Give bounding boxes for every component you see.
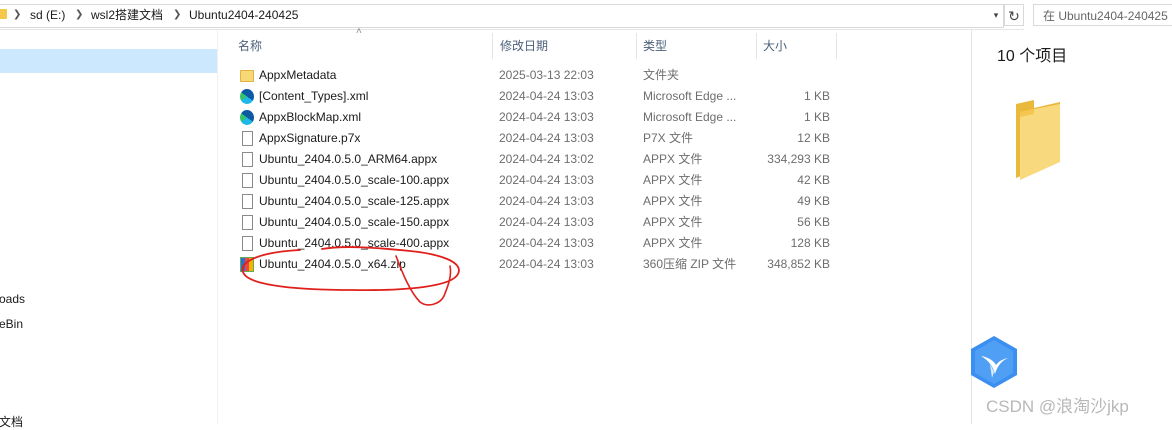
- file-row[interactable]: Ubuntu_2404.0.5.0_ARM64.appx 2024-04-24 1…: [218, 149, 838, 170]
- file-date: 2024-04-24 13:03: [499, 194, 594, 208]
- file-size: 348,852 KB: [767, 257, 830, 271]
- file-name: Ubuntu_2404.0.5.0_scale-125.appx: [259, 194, 450, 208]
- breadcrumb-drive[interactable]: sd (E:): [30, 4, 65, 26]
- column-header-date[interactable]: 修改日期: [480, 30, 624, 60]
- edge-icon: [240, 110, 254, 125]
- folder-preview-icon: [1016, 100, 1060, 180]
- file-row[interactable]: Ubuntu_2404.0.5.0_scale-150.appx 2024-04-…: [218, 212, 838, 233]
- file-type: APPX 文件: [643, 194, 703, 208]
- file-date: 2024-04-24 13:03: [499, 215, 594, 229]
- file-date: 2024-04-24 13:03: [499, 131, 594, 145]
- address-bar: ❯ sd (E:) ❯ wsl2搭建文档 ❯ Ubuntu2404-240425…: [0, 0, 1024, 30]
- file-type: 文件夹: [643, 68, 680, 82]
- chevron-right-icon[interactable]: ❯: [75, 4, 83, 26]
- file-row[interactable]: Ubuntu_2404.0.5.0_scale-400.appx 2024-04-…: [218, 233, 838, 254]
- file-size: 1 KB: [803, 89, 830, 103]
- nav-item-documents[interactable]: 文档: [0, 413, 23, 430]
- refresh-icon[interactable]: ↻: [1004, 4, 1024, 26]
- file-row[interactable]: AppxSignature.p7x 2024-04-24 13:03 P7X 文件 1…: [218, 128, 838, 149]
- file-type: 360压缩 ZIP 文件: [643, 257, 737, 271]
- file-name: AppxMetadata: [259, 68, 337, 82]
- nav-item-downloads[interactable]: oads: [0, 292, 25, 306]
- file-date: 2024-04-24 13:03: [499, 110, 594, 124]
- file-size: 128 KB: [790, 236, 830, 250]
- file-type: Microsoft Edge ...: [643, 89, 737, 103]
- column-divider[interactable]: [836, 33, 837, 59]
- file-row[interactable]: Ubuntu_2404.0.5.0_scale-125.appx 2024-04-…: [218, 191, 838, 212]
- file-type: APPX 文件: [643, 236, 703, 250]
- file-row[interactable]: [Content_Types].xml 2024-04-24 13:03 Micro…: [218, 86, 838, 107]
- file-date: 2024-04-24 13:03: [499, 89, 594, 103]
- edge-icon: [240, 89, 254, 104]
- column-headers: ˄ 名称 修改日期 类型 大小: [218, 26, 838, 60]
- file-row[interactable]: AppxBlockMap.xml 2024-04-24 13:03 Microsof…: [218, 107, 838, 128]
- file-date: 2024-04-24 13:03: [499, 173, 594, 187]
- file-name: Ubuntu_2404.0.5.0_scale-400.appx: [259, 236, 450, 250]
- file-type: APPX 文件: [643, 152, 703, 166]
- file-size: 56 KB: [797, 215, 830, 229]
- file-size: 49 KB: [797, 194, 830, 208]
- folder-icon: [240, 70, 254, 82]
- file-size: 42 KB: [797, 173, 830, 187]
- file-row[interactable]: Ubuntu_2404.0.5.0_scale-100.appx 2024-04-…: [218, 170, 838, 191]
- zip-icon: [240, 257, 254, 272]
- file-icon: [242, 236, 253, 251]
- column-header-size[interactable]: 大小: [743, 30, 823, 60]
- bird-logo-icon: [971, 336, 1017, 388]
- breadcrumb-folder[interactable]: wsl2搭建文档: [91, 4, 163, 26]
- file-name: Ubuntu_2404.0.5.0_ARM64.appx: [259, 152, 438, 166]
- chevron-down-icon[interactable]: ▾: [988, 5, 1004, 25]
- file-icon: [242, 173, 253, 188]
- file-row[interactable]: Ubuntu_2404.0.5.0_x64.zip 2024-04-24 13:0…: [218, 254, 838, 275]
- file-name: Ubuntu_2404.0.5.0_scale-100.appx: [259, 173, 450, 187]
- file-name: AppxSignature.p7x: [259, 131, 361, 145]
- chevron-right-icon[interactable]: ❯: [173, 4, 181, 26]
- file-type: APPX 文件: [643, 215, 703, 229]
- file-row[interactable]: AppxMetadata 2025-03-13 22:03 文件夹: [218, 65, 838, 86]
- breadcrumb-current[interactable]: Ubuntu2404-240425: [189, 4, 298, 26]
- file-icon: [242, 194, 253, 209]
- file-type: P7X 文件: [643, 131, 694, 145]
- file-size: 12 KB: [797, 131, 830, 145]
- file-name: Ubuntu_2404.0.5.0_scale-150.appx: [259, 215, 450, 229]
- navigation-pane: oads eBin 文档: [0, 30, 217, 429]
- file-icon: [242, 131, 253, 146]
- file-icon: [242, 215, 253, 230]
- watermark: CSDN @浪淘沙jkp: [986, 397, 1129, 416]
- file-date: 2024-04-24 13:03: [499, 257, 594, 271]
- file-name: [Content_Types].xml: [259, 89, 369, 103]
- file-date: 2024-04-24 13:02: [499, 152, 594, 166]
- search-input[interactable]: 在 Ubuntu2404-240425: [1033, 4, 1172, 26]
- chevron-right-icon[interactable]: ❯: [13, 4, 21, 26]
- file-date: 2024-04-24 13:03: [499, 236, 594, 250]
- file-size: 334,293 KB: [767, 152, 830, 166]
- file-icon: [242, 152, 253, 167]
- nav-selected-item[interactable]: [0, 49, 217, 73]
- file-date: 2025-03-13 22:03: [499, 68, 594, 82]
- file-name: Ubuntu_2404.0.5.0_x64.zip: [259, 257, 406, 271]
- item-count: 10 个项目: [997, 48, 1068, 65]
- file-size: 1 KB: [803, 110, 830, 124]
- file-type: APPX 文件: [643, 173, 703, 187]
- column-header-name[interactable]: 名称: [218, 30, 492, 60]
- file-name: AppxBlockMap.xml: [259, 110, 362, 124]
- nav-item-recycle-bin[interactable]: eBin: [0, 317, 23, 331]
- file-type: Microsoft Edge ...: [643, 110, 737, 124]
- column-header-type[interactable]: 类型: [623, 30, 743, 60]
